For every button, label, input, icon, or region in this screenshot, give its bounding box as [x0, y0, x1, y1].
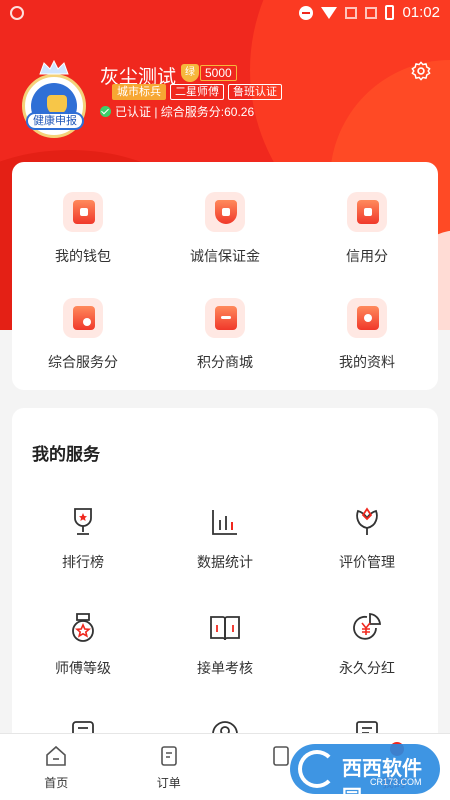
app-notification-icon [10, 6, 24, 20]
home-icon [46, 745, 67, 766]
nav-home[interactable]: 首页 [0, 734, 113, 800]
certification-status: 已认证 | 综合服务分:60.26 [100, 103, 254, 120]
credit-score-icon [347, 192, 387, 232]
vip-level-icon: 绿 [181, 64, 199, 82]
gear-icon[interactable] [410, 60, 432, 82]
trophy-icon [74, 508, 92, 535]
yuan-pie-icon [353, 613, 381, 640]
master-level-button[interactable]: 师傅等级 [12, 610, 154, 678]
wallet-icon [63, 192, 103, 232]
crown-icon [39, 60, 69, 75]
order-icon [160, 746, 177, 766]
wifi-icon [321, 6, 338, 19]
profile-info-button[interactable]: 我的资料 [296, 296, 438, 372]
health-declaration-badge[interactable]: 健康申报 [26, 112, 84, 130]
tag: 鲁班认证 [228, 84, 282, 100]
points-mall-icon [205, 298, 245, 338]
review-management-button[interactable]: 评价管理 [296, 504, 438, 572]
leaderboard-button[interactable]: 排行榜 [12, 504, 154, 572]
battery-icon [385, 5, 395, 20]
order-assessment-button[interactable]: 接单考核 [154, 610, 296, 678]
book-icon [210, 616, 240, 641]
signal-icon [365, 6, 378, 19]
bar-chart-icon [212, 510, 237, 535]
flower-icon [356, 507, 378, 535]
watermark-logo: 西西软件园 CR173.COM [290, 744, 440, 800]
permanent-dividend-button[interactable]: 永久分红 [296, 610, 438, 678]
data-stats-button[interactable]: 数据统计 [154, 504, 296, 572]
profile-info-icon [347, 298, 387, 338]
clock: 01:02 [402, 4, 440, 21]
points-mall-button[interactable]: 积分商城 [154, 296, 296, 372]
vip-points-badge[interactable]: 绿 5000 [181, 64, 237, 82]
quick-actions-card: 我的钱包 诚信保证金 信用分 综合服务分 积分商城 我的资料 [12, 162, 438, 390]
status-bar: 01:02 [0, 0, 450, 28]
tag: 二星师傅 [170, 84, 224, 100]
do-not-disturb-icon [299, 5, 314, 20]
deposit-shield-icon [205, 192, 245, 232]
profile-tags: 城市标兵 二星师傅 鲁班认证 [112, 84, 282, 100]
credit-score-button[interactable]: 信用分 [296, 190, 438, 266]
nav-orders[interactable]: 订单 [113, 734, 226, 800]
tag: 城市标兵 [112, 84, 166, 100]
medal-icon [72, 613, 94, 642]
service-score-icon [63, 298, 103, 338]
sim-icon [345, 6, 358, 19]
wallet-button[interactable]: 我的钱包 [12, 190, 154, 266]
my-services-card: 我的服务 排行榜 数据统计 评价管理 师傅等级 接单考核 永久分红 [12, 408, 438, 768]
check-icon [100, 106, 111, 117]
points-value: 5000 [200, 65, 237, 81]
deposit-button[interactable]: 诚信保证金 [154, 190, 296, 266]
section-title: 我的服务 [32, 445, 100, 464]
service-score-button[interactable]: 综合服务分 [12, 296, 154, 372]
certification-text: 已认证 | 综合服务分:60.26 [115, 105, 255, 119]
